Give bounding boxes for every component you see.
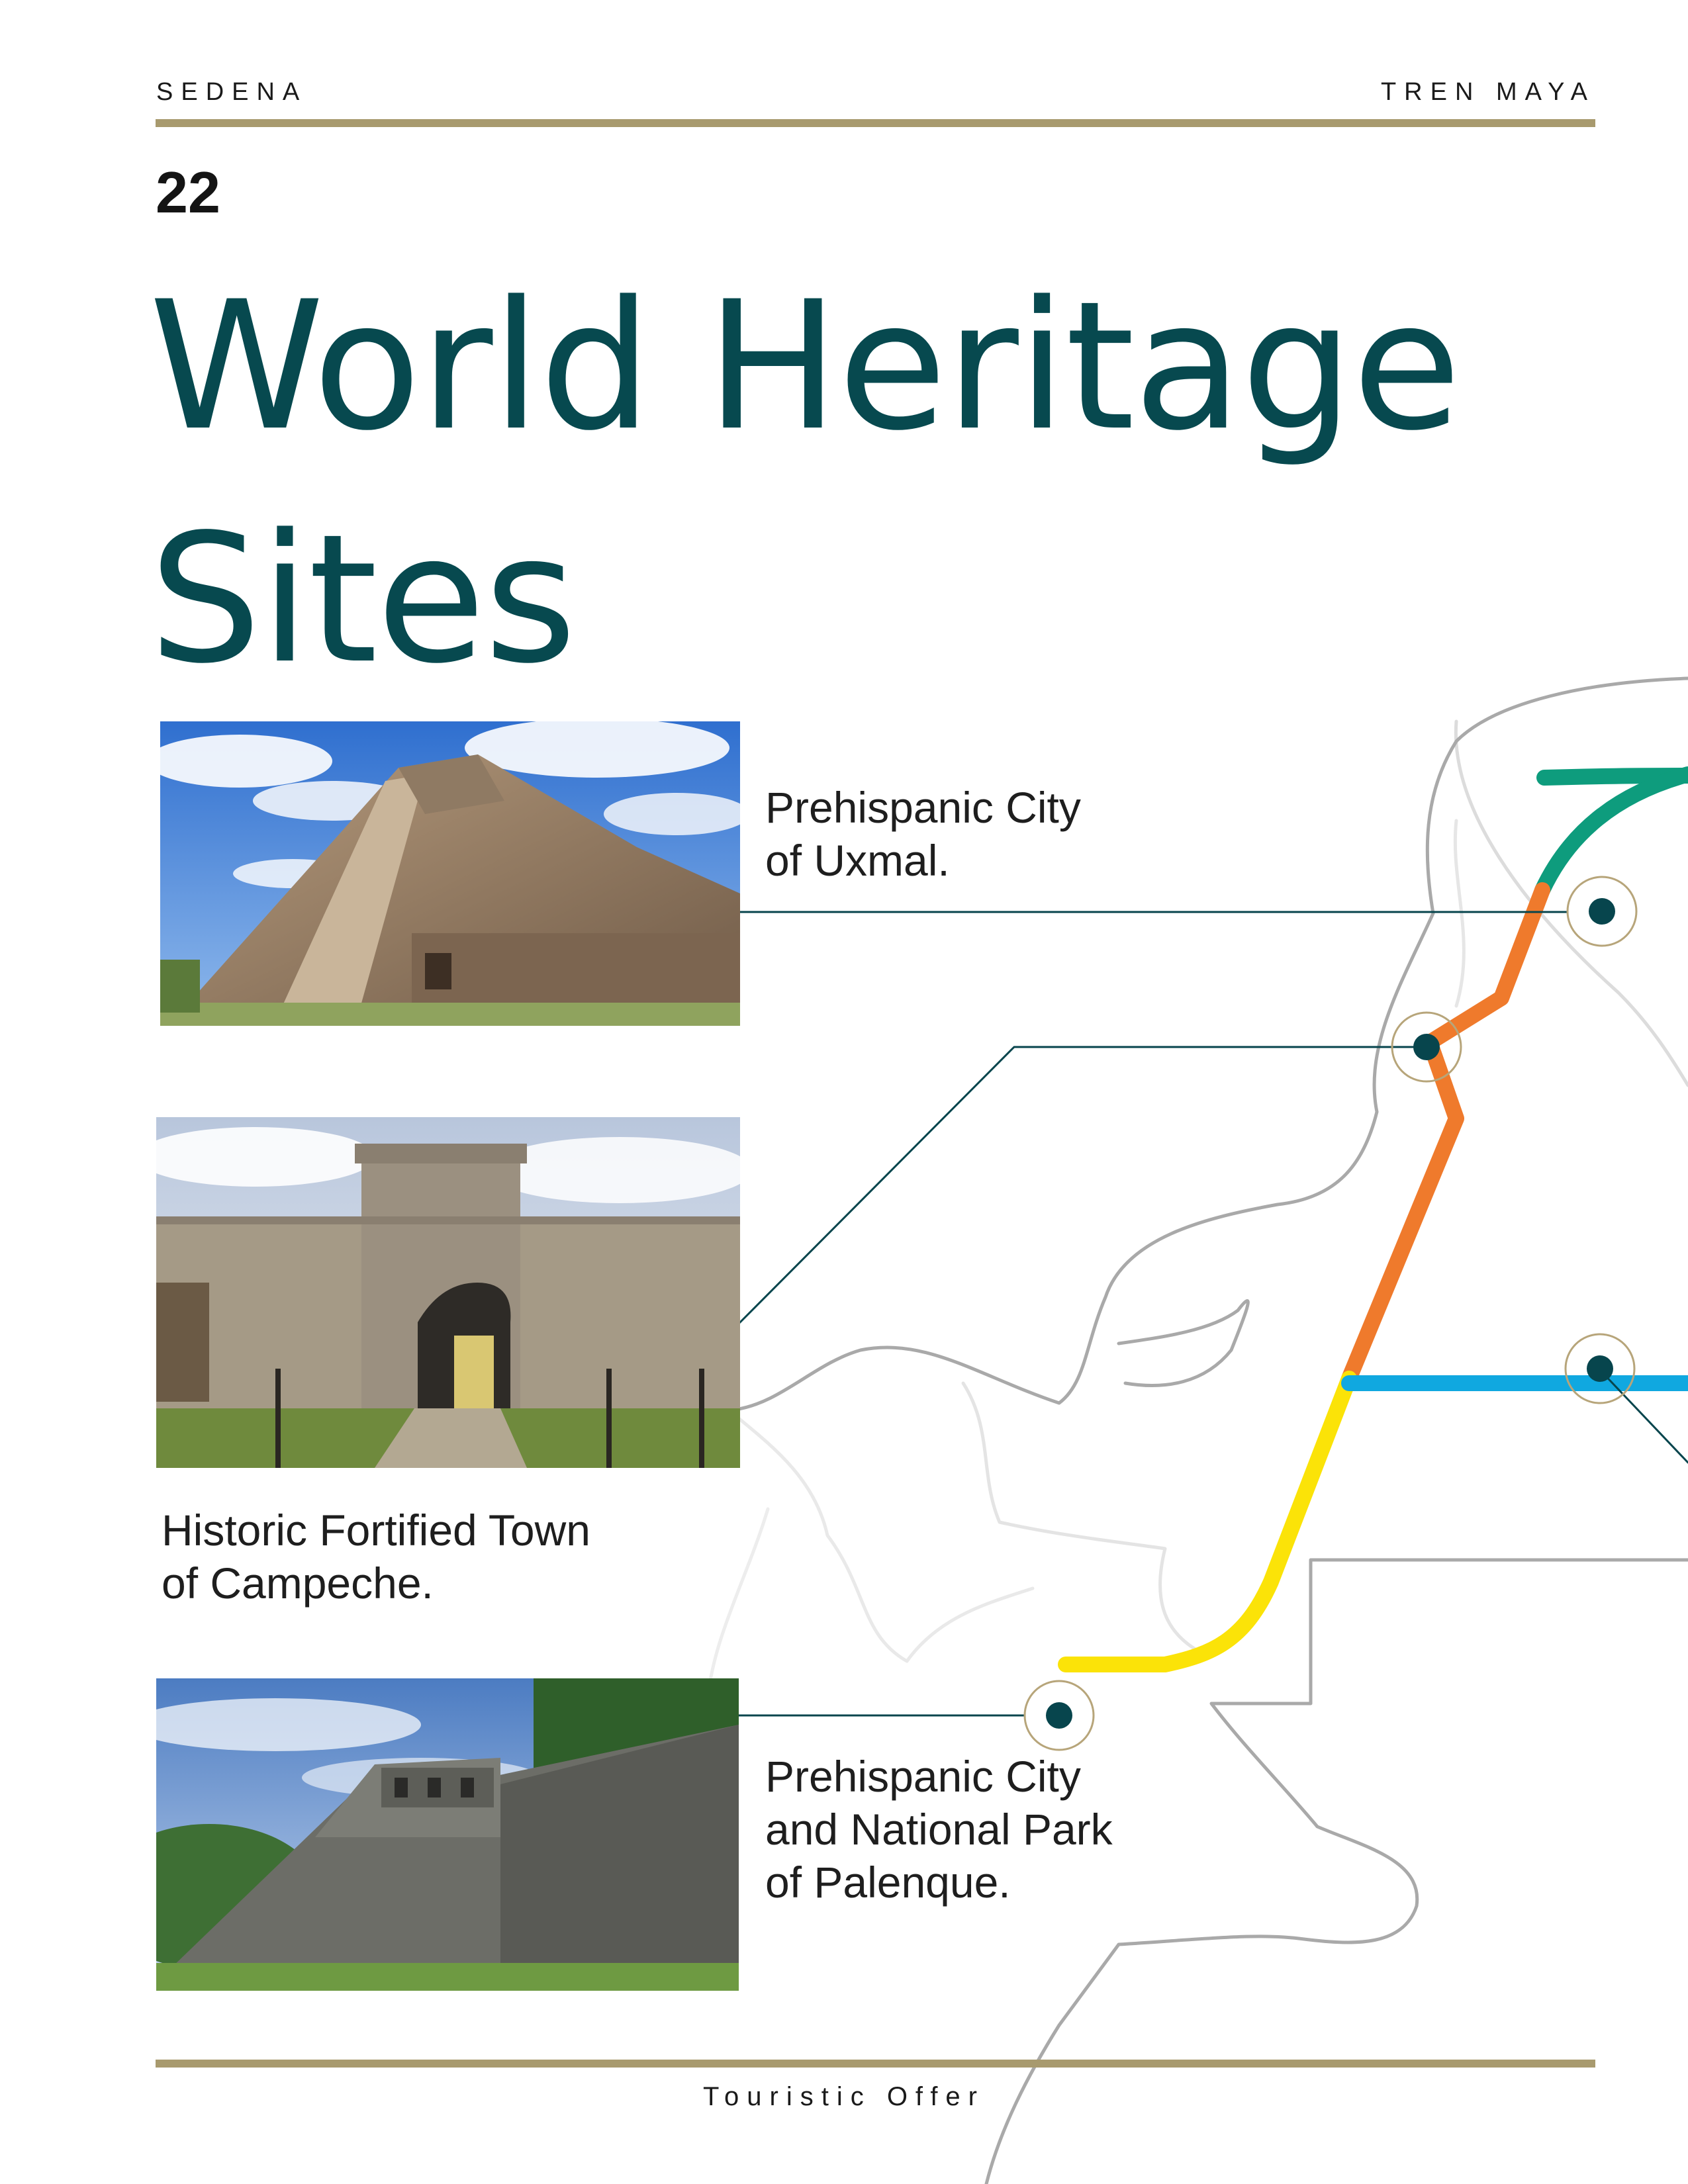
leader-line-campeche	[737, 1046, 1428, 1325]
marker-dot	[1587, 1355, 1613, 1382]
route-line-yellow	[1058, 1371, 1357, 1672]
site-caption-line: Historic Fortified Town	[162, 1506, 590, 1555]
map-markers	[1023, 876, 1638, 1751]
route-line-orange	[1341, 882, 1550, 1387]
footer-label: Touristic Offer	[703, 2082, 985, 2111]
site-caption-line: of Uxmal.	[765, 836, 950, 885]
footer-rule	[156, 2060, 1595, 2068]
fortified-gate-photo	[156, 1117, 740, 1468]
site-caption-line: Prehispanic City	[765, 1752, 1081, 1801]
site-caption-line: of Campeche.	[162, 1559, 434, 1608]
marker-dot	[1046, 1702, 1072, 1729]
marker-dot	[1413, 1034, 1440, 1060]
map-region-border	[726, 1408, 1035, 1663]
site-caption-line: and National Park	[765, 1805, 1113, 1854]
site-caption-uxmal: Prehispanic City of Uxmal.	[765, 781, 1081, 887]
site-caption-campeche: Historic Fortified Town of Campeche.	[162, 1504, 590, 1610]
pyramid-of-the-magician-photo	[160, 721, 740, 1026]
route-line-green	[1534, 766, 1688, 898]
map-region-border	[961, 1381, 1207, 1657]
marker-dot	[1589, 898, 1615, 925]
palenque-temple-photo	[156, 1678, 739, 1991]
site-caption-palenque: Prehispanic City and National Park of Pa…	[765, 1750, 1113, 1909]
map-coastline	[1117, 1299, 1250, 1387]
site-caption-line: Prehispanic City	[765, 783, 1081, 832]
site-caption-line: of Palenque.	[765, 1858, 1011, 1907]
map-region-border	[1453, 819, 1466, 1008]
map-region-border	[706, 1507, 770, 1696]
